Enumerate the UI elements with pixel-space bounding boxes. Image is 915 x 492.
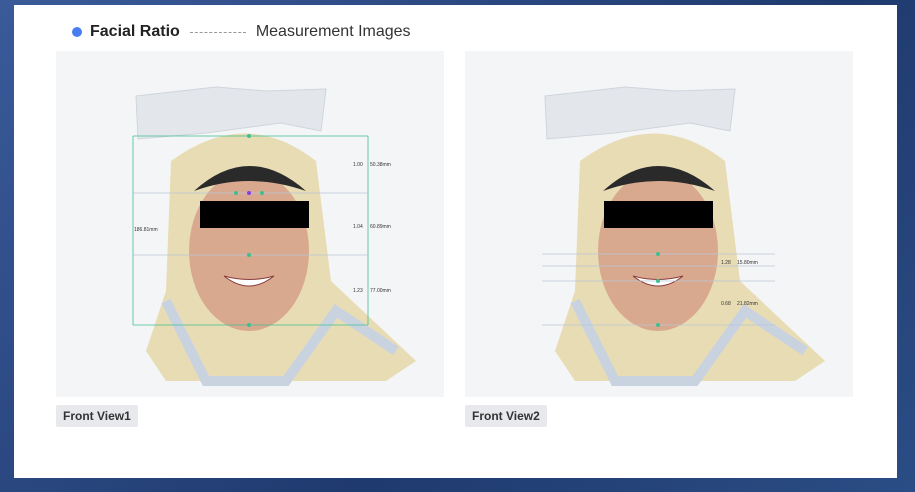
scan-fragment (135, 86, 327, 140)
front-view-1-label: Front View1 (56, 405, 138, 427)
total-height-label: 186.81mm (134, 227, 158, 233)
measurement-image-front-view-1[interactable]: 186.81mm 1.00 50.38mm 1.04 60.89mm 1.23 … (56, 51, 444, 397)
privacy-redaction-bar (200, 201, 309, 228)
privacy-redaction-bar (604, 201, 713, 228)
face (598, 171, 718, 331)
measure-value-2: 21.82mm (737, 301, 758, 307)
measure-ratio-3: 1.23 (353, 288, 363, 294)
dashed-divider (189, 31, 246, 33)
facial-ratio-panel: Facial Ratio Measurement Images 186.81mm… (14, 5, 897, 478)
section-subtitle: Measurement Images (255, 23, 411, 40)
measure-value-1: 50.38mm (370, 162, 391, 168)
glabella-point (247, 191, 251, 195)
section-header: Facial Ratio Measurement Images (72, 21, 411, 43)
measure-ratio-1: 1.28 (721, 260, 731, 266)
front-view-2-label: Front View2 (465, 405, 547, 427)
scan-fragment (544, 86, 736, 140)
section-title: Facial Ratio (90, 23, 180, 40)
measure-ratio-1: 1.00 (353, 162, 363, 168)
measure-value-2: 60.89mm (370, 224, 391, 230)
measure-ratio-2: 1.04 (353, 224, 363, 230)
measure-ratio-2: 0.68 (721, 301, 731, 307)
measurement-image-front-view-2[interactable]: 1.28 15.80mm 0.68 21.82mm (465, 51, 853, 397)
measure-value-3: 77.00mm (370, 288, 391, 294)
measure-value-1: 15.80mm (737, 260, 758, 266)
bullet-icon (72, 27, 82, 37)
